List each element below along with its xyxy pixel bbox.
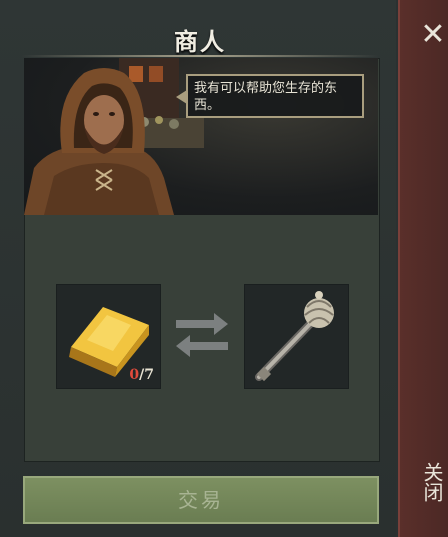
title-divider	[22, 55, 378, 57]
close-button-label[interactable]: 关闭	[414, 462, 444, 502]
mace-icon	[255, 291, 334, 382]
offer-item-slot[interactable]: 0/7	[56, 284, 161, 389]
count-have: 0	[129, 367, 140, 383]
receive-item-slot[interactable]	[244, 284, 349, 389]
item-count: 0/7	[129, 367, 154, 383]
count-need: 7	[144, 367, 154, 383]
trade-button[interactable]: 交易	[23, 476, 379, 524]
page-title: 商人	[174, 28, 226, 56]
speech-bubble: 我有可以帮助您生存的东西。	[186, 74, 364, 118]
close-icon[interactable]: ✕	[418, 20, 448, 50]
exchange-arrows-icon	[176, 313, 228, 357]
close-sidebar[interactable]	[398, 0, 448, 537]
